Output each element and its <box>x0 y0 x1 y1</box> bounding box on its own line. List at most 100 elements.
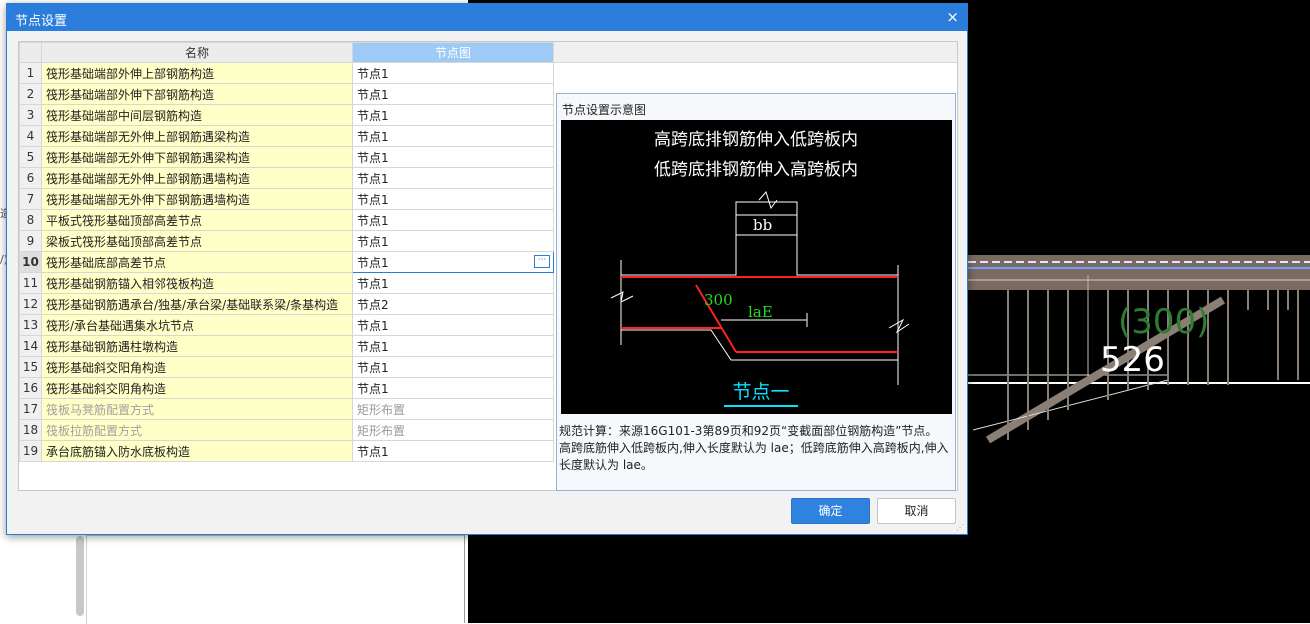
setting-name-cell[interactable]: 筏形基础斜交阳角构造 <box>41 356 353 378</box>
table-row[interactable]: 8 平板式筏形基础顶部高差节点 节点1 <box>19 209 554 231</box>
table-row[interactable]: 6 筏形基础端部无外伸上部钢筋遇墙构造 节点1 <box>19 167 554 189</box>
node-value-cell[interactable]: 矩形布置 <box>352 419 554 441</box>
node-value-text: 矩形布置 <box>357 423 406 438</box>
row-number[interactable]: 10 <box>19 251 42 273</box>
table-row[interactable]: 11 筏形基础钢筋锚入相邻筏板构造 节点1 <box>19 272 554 294</box>
row-number[interactable]: 15 <box>19 356 42 378</box>
row-number[interactable]: 13 <box>19 314 42 336</box>
table-row[interactable]: 10 筏形基础底部高差节点 节点1 ··· <box>19 251 554 273</box>
table-row[interactable]: 12 筏形基础钢筋遇承台/独基/承台梁/基础联系梁/条基构造 节点2 <box>19 293 554 315</box>
node-value-cell[interactable]: 节点1 <box>352 209 554 231</box>
node-value-cell[interactable]: 节点1 <box>352 146 554 168</box>
setting-name-cell[interactable]: 平板式筏形基础顶部高差节点 <box>41 209 353 231</box>
column-header-node[interactable]: 节点图 <box>352 42 554 63</box>
setting-name-cell[interactable]: 承台底筋锚入防水底板构造 <box>41 440 353 462</box>
node-value-text: 节点1 <box>357 66 389 81</box>
table-row[interactable]: 9 梁板式筏形基础顶部高差节点 节点1 <box>19 230 554 252</box>
row-number[interactable]: 18 <box>19 419 42 441</box>
column-header-name[interactable]: 名称 <box>41 42 353 63</box>
setting-name-cell[interactable]: 筏形基础端部无外伸上部钢筋遇梁构造 <box>41 125 353 147</box>
diagram-caption-line2: 低跨底排钢筋伸入高跨板内 <box>654 160 858 180</box>
node-value-cell[interactable]: 节点1 <box>352 83 554 105</box>
node-value-cell[interactable]: 节点1 ··· <box>352 251 554 273</box>
setting-name-cell[interactable]: 筏形基础钢筋遇承台/独基/承台梁/基础联系梁/条基构造 <box>41 293 353 315</box>
ok-button[interactable]: 确定 <box>791 498 870 524</box>
table-row[interactable]: 19 承台底筋锚入防水底板构造 节点1 <box>19 440 554 462</box>
node-value-cell[interactable]: 节点1 <box>352 104 554 126</box>
setting-name-cell[interactable]: 筏形基础端部无外伸上部钢筋遇墙构造 <box>41 167 353 189</box>
setting-name-cell[interactable]: 筏形基础端部无外伸下部钢筋遇墙构造 <box>41 188 353 210</box>
row-number[interactable]: 3 <box>19 104 42 126</box>
table-row[interactable]: 14 筏形基础钢筋遇柱墩构造 节点1 <box>19 335 554 357</box>
setting-name-cell[interactable]: 筏板拉筋配置方式 <box>41 419 353 441</box>
row-number[interactable]: 6 <box>19 167 42 189</box>
node-value-text: 节点1 <box>357 171 389 186</box>
node-value-cell[interactable]: 节点1 <box>352 377 554 399</box>
table-row[interactable]: 16 筏形基础斜交阴角构造 节点1 <box>19 377 554 399</box>
node-value-text: 节点1 <box>357 108 389 123</box>
row-number[interactable]: 2 <box>19 83 42 105</box>
diagram-caption-line1: 高跨底排钢筋伸入低跨板内 <box>654 130 858 150</box>
table-header-filler <box>553 42 957 63</box>
row-number[interactable]: 8 <box>19 209 42 231</box>
row-number[interactable]: 5 <box>19 146 42 168</box>
node-value-text: 节点1 <box>357 381 389 396</box>
node-preview-panel: 节点设置示意图 高跨底排钢筋伸入低跨板内 低跨底排钢筋伸入高跨板内 bb 300… <box>556 93 956 491</box>
setting-name-cell[interactable]: 梁板式筏形基础顶部高差节点 <box>41 230 353 252</box>
node-value-cell[interactable]: 节点1 <box>352 440 554 462</box>
setting-name-cell[interactable]: 筏形基础端部中间层钢筋构造 <box>41 104 353 126</box>
node-value-cell[interactable]: 节点1 <box>352 272 554 294</box>
table-row[interactable]: 13 筏形/承台基础遇集水坑节点 节点1 <box>19 314 554 336</box>
background-scrollbar[interactable] <box>76 536 84 616</box>
node-value-text: 节点1 <box>357 339 389 354</box>
setting-name-cell[interactable]: 筏形/承台基础遇集水坑节点 <box>41 314 353 336</box>
preview-title: 节点设置示意图 <box>562 103 647 117</box>
node-value-cell[interactable]: 节点1 <box>352 314 554 336</box>
table-row[interactable]: 3 筏形基础端部中间层钢筋构造 节点1 <box>19 104 554 126</box>
table-row[interactable]: 4 筏形基础端部无外伸上部钢筋遇梁构造 节点1 <box>19 125 554 147</box>
setting-name-cell[interactable]: 筏形基础端部外伸下部钢筋构造 <box>41 83 353 105</box>
setting-name-cell[interactable]: 筏形基础钢筋锚入相邻筏板构造 <box>41 272 353 294</box>
row-number[interactable]: 4 <box>19 125 42 147</box>
setting-name-cell[interactable]: 筏形基础端部无外伸下部钢筋遇梁构造 <box>41 146 353 168</box>
row-number[interactable]: 17 <box>19 398 42 420</box>
node-diagram: 高跨底排钢筋伸入低跨板内 低跨底排钢筋伸入高跨板内 bb 300 laE 节点一 <box>561 120 952 414</box>
row-number[interactable]: 9 <box>19 230 42 252</box>
resize-grip-icon[interactable]: ⋰ <box>956 523 965 532</box>
setting-name-cell[interactable]: 筏形基础底部高差节点 <box>41 251 353 273</box>
table-row[interactable]: 5 筏形基础端部无外伸下部钢筋遇梁构造 节点1 <box>19 146 554 168</box>
node-value-cell[interactable]: 矩形布置 <box>352 398 554 420</box>
setting-name-cell[interactable]: 筏形基础钢筋遇柱墩构造 <box>41 335 353 357</box>
node-value-text: 节点1 <box>357 129 389 144</box>
setting-name-cell[interactable]: 筏形基础端部外伸上部钢筋构造 <box>41 62 353 84</box>
table-row[interactable]: 2 筏形基础端部外伸下部钢筋构造 节点1 <box>19 83 554 105</box>
node-value-cell[interactable]: 节点1 <box>352 356 554 378</box>
dialog-title-bar[interactable]: 节点设置 × <box>7 4 967 31</box>
node-value-cell[interactable]: 节点1 <box>352 335 554 357</box>
node-value-text: 矩形布置 <box>357 402 406 417</box>
more-options-icon[interactable]: ··· <box>534 255 550 268</box>
table-row[interactable]: 17 筏板马凳筋配置方式 矩形布置 <box>19 398 554 420</box>
cancel-button[interactable]: 取消 <box>877 498 956 524</box>
row-number[interactable]: 7 <box>19 188 42 210</box>
node-value-cell[interactable]: 节点1 <box>352 125 554 147</box>
setting-name-cell[interactable]: 筏板马凳筋配置方式 <box>41 398 353 420</box>
node-value-text: 节点2 <box>357 297 389 312</box>
row-number[interactable]: 19 <box>19 440 42 462</box>
node-value-cell[interactable]: 节点1 <box>352 230 554 252</box>
setting-name-cell[interactable]: 筏形基础斜交阴角构造 <box>41 377 353 399</box>
row-number[interactable]: 11 <box>19 272 42 294</box>
table-row[interactable]: 1 筏形基础端部外伸上部钢筋构造 节点1 <box>19 62 554 84</box>
table-row[interactable]: 7 筏形基础端部无外伸下部钢筋遇墙构造 节点1 <box>19 188 554 210</box>
node-value-cell[interactable]: 节点2 <box>352 293 554 315</box>
row-number[interactable]: 1 <box>19 62 42 84</box>
row-number[interactable]: 16 <box>19 377 42 399</box>
close-icon[interactable]: × <box>946 8 959 26</box>
table-row[interactable]: 15 筏形基础斜交阳角构造 节点1 <box>19 356 554 378</box>
table-row[interactable]: 18 筏板拉筋配置方式 矩形布置 <box>19 419 554 441</box>
node-value-cell[interactable]: 节点1 <box>352 188 554 210</box>
node-value-cell[interactable]: 节点1 <box>352 62 554 84</box>
row-number[interactable]: 12 <box>19 293 42 315</box>
row-number[interactable]: 14 <box>19 335 42 357</box>
node-value-cell[interactable]: 节点1 <box>352 167 554 189</box>
